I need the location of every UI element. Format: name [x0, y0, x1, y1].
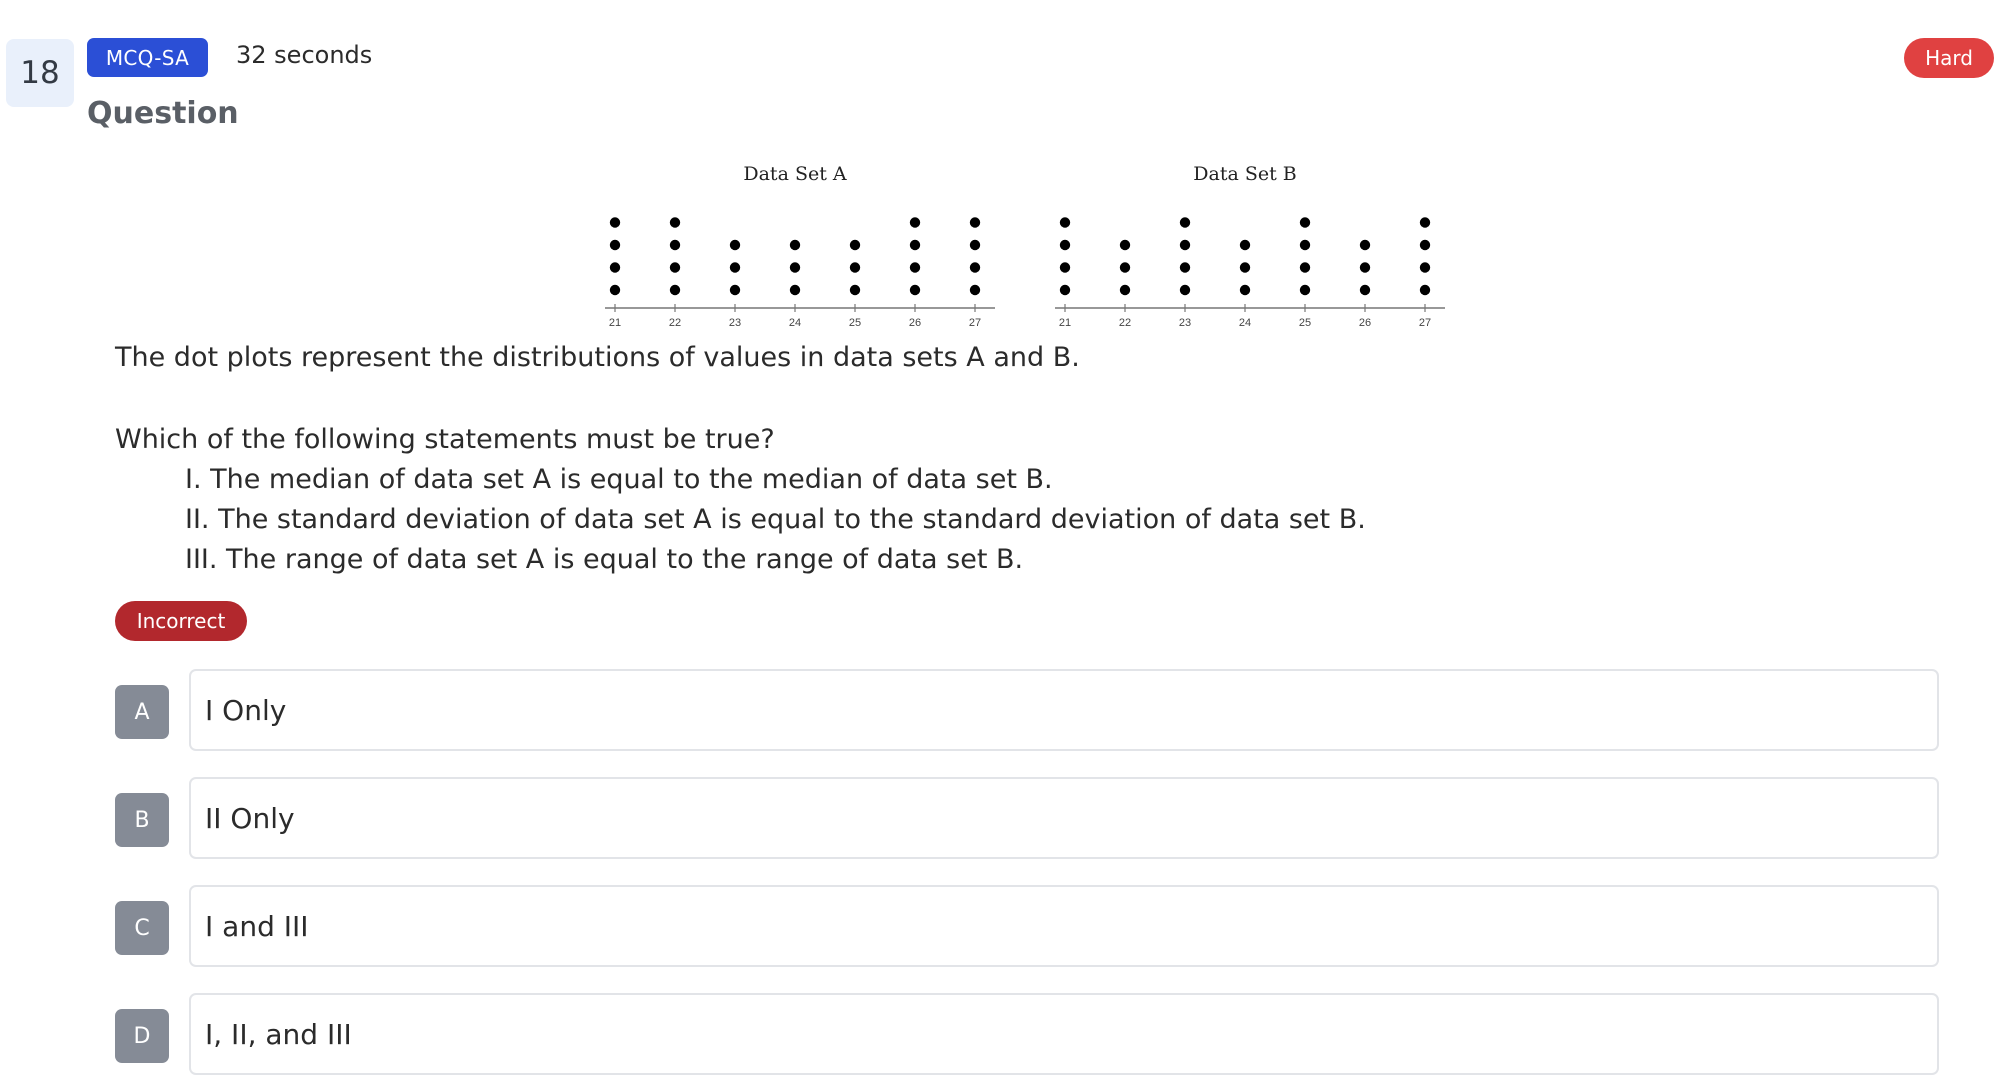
data-dot [1239, 284, 1251, 296]
data-dot [1059, 262, 1071, 273]
data-dot [849, 262, 861, 273]
data-dot [609, 217, 621, 228]
data-dot [1119, 284, 1131, 296]
data-dot [849, 239, 861, 251]
data-dot [669, 284, 681, 296]
tick-label: 26 [909, 317, 921, 329]
data-dot [609, 284, 621, 296]
data-dot [1419, 239, 1431, 251]
data-dot [1359, 239, 1371, 251]
data-dot [1059, 284, 1071, 296]
choice-text: I and III [205, 909, 309, 943]
data-dot [1299, 284, 1311, 296]
tick-label: 21 [609, 317, 621, 329]
data-dot [609, 262, 621, 273]
data-dot [669, 262, 681, 273]
tick-label: 22 [1119, 317, 1131, 329]
tick-label: 27 [969, 317, 981, 329]
choice-letter: B [115, 793, 169, 847]
result-badge: Incorrect [115, 601, 247, 641]
stem-intro: The dot plots represent the distribution… [115, 342, 1080, 373]
difficulty-badge: Hard [1904, 38, 1994, 78]
tick-label: 24 [789, 317, 801, 329]
statement-2: II. The standard deviation of data set A… [185, 504, 1366, 535]
choice-letter: C [115, 901, 169, 955]
data-dot [1239, 262, 1251, 273]
tick-label: 26 [1359, 317, 1371, 329]
tick-label: 23 [1179, 317, 1191, 329]
choice-option[interactable]: I and III [189, 885, 1939, 967]
statement-1: I. The median of data set A is equal to … [185, 464, 1053, 495]
data-dot [909, 284, 921, 296]
dot-plots-svg: Data Set A 21 22 23 24 25 26 27 Data Set B 21 22 23… [605, 163, 1445, 329]
tick-label: 23 [729, 317, 741, 329]
data-dot [1179, 217, 1191, 228]
data-dot [729, 239, 741, 251]
dot-plots-figure: Data Set A 21 22 23 24 25 26 27 Data Set B 21 22 23… [560, 150, 1460, 339]
plot-title: Data Set B [1193, 163, 1296, 185]
tick-label: 27 [1419, 317, 1431, 329]
data-dot [1359, 284, 1371, 296]
data-dot [1119, 239, 1131, 251]
choice-a[interactable]: A I Only [115, 669, 1945, 757]
data-dot [1299, 239, 1311, 251]
stem-prompt: Which of the following statements must b… [115, 424, 775, 455]
tick-label: 25 [849, 317, 861, 329]
data-dot [969, 239, 981, 251]
data-dot [669, 217, 681, 228]
data-dot [1059, 239, 1071, 251]
question-stem: The dot plots represent the distribution… [115, 338, 1895, 580]
data-dot [729, 262, 741, 273]
choice-d[interactable]: D I, II, and III [115, 993, 1945, 1081]
data-dot [729, 284, 741, 296]
time-spent: 32 seconds [236, 41, 373, 69]
choice-option[interactable]: II Only [189, 777, 1939, 859]
data-dot [909, 239, 921, 251]
data-dot [969, 217, 981, 228]
tick-label: 22 [669, 317, 681, 329]
data-dot [1179, 262, 1191, 273]
data-dot [969, 262, 981, 273]
data-dot [1299, 262, 1311, 273]
choice-c[interactable]: C I and III [115, 885, 1945, 973]
choice-letter: D [115, 1009, 169, 1063]
data-dot [1059, 217, 1071, 228]
data-dot [1419, 262, 1431, 273]
choice-text: I, II, and III [205, 1017, 352, 1051]
question-number: 18 [6, 39, 74, 107]
tick-label: 24 [1239, 317, 1251, 329]
data-dot [1359, 262, 1371, 273]
plot-title: Data Set A [743, 163, 846, 185]
data-dot [1119, 262, 1131, 273]
tick-label: 25 [1299, 317, 1311, 329]
data-dot [1239, 239, 1251, 251]
data-dot [789, 284, 801, 296]
data-dot [849, 284, 861, 296]
section-title: Question [87, 96, 239, 131]
data-dot [909, 217, 921, 228]
choice-option[interactable]: I, II, and III [189, 993, 1939, 1075]
data-dot [969, 284, 981, 296]
data-dot [1179, 284, 1191, 296]
data-dot [789, 239, 801, 251]
data-dot [1299, 217, 1311, 228]
choice-b[interactable]: B II Only [115, 777, 1945, 865]
data-dot [669, 239, 681, 251]
data-dot [789, 262, 801, 273]
data-dot [609, 239, 621, 251]
data-dot [1419, 284, 1431, 296]
choice-option[interactable]: I Only [189, 669, 1939, 751]
question-type-badge: MCQ-SA [87, 38, 208, 77]
tick-label: 21 [1059, 317, 1071, 329]
data-dot [1419, 217, 1431, 228]
choice-text: II Only [205, 801, 295, 835]
data-dot [909, 262, 921, 273]
data-dot [1179, 239, 1191, 251]
statement-3: III. The range of data set A is equal to… [185, 544, 1024, 575]
choice-text: I Only [205, 693, 287, 727]
choice-letter: A [115, 685, 169, 739]
